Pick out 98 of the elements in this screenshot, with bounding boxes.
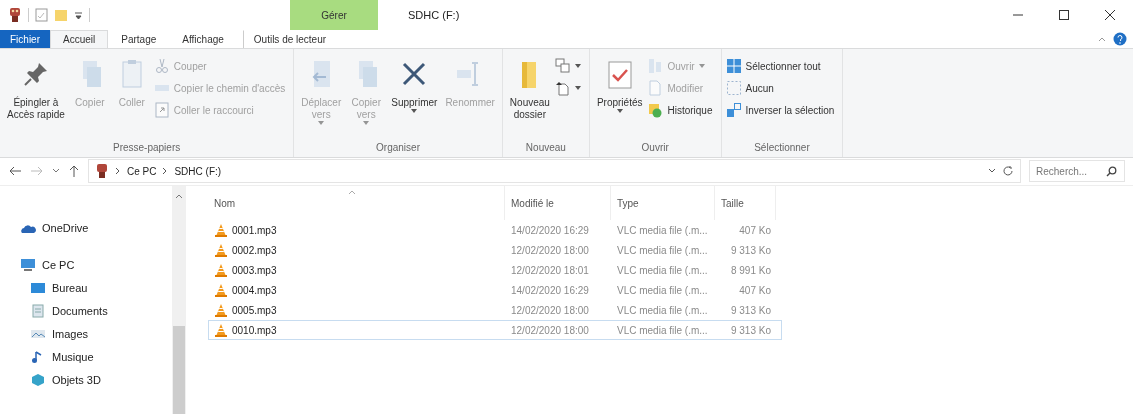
- traffic-cone-icon: [215, 243, 227, 257]
- sidebar-item[interactable]: Musique: [20, 345, 172, 368]
- breadcrumb[interactable]: Ce PC: [127, 165, 157, 177]
- traffic-cone-icon: [215, 223, 227, 237]
- ribbon-tab[interactable]: Affichage: [169, 30, 237, 48]
- sidebar-item[interactable]: OneDrive: [20, 216, 172, 239]
- newitem-icon: [554, 58, 571, 74]
- file-tab[interactable]: Fichier: [0, 30, 50, 48]
- sidebar-item[interactable]: Bureau: [20, 276, 172, 299]
- ribbon-tab[interactable]: Accueil: [50, 30, 109, 48]
- file-row[interactable]: 0003.mp3 12/02/2020 18:01 VLC media file (.m... 8 991 Ko: [208, 260, 782, 280]
- group-label: Sélectionner: [753, 141, 811, 155]
- search-icon: [1106, 166, 1117, 178]
- edit-icon: [647, 80, 664, 96]
- table-cell-text: VLC media file (.m...: [616, 264, 709, 276]
- traffic-cone-icon: [215, 303, 227, 317]
- sidebar-item[interactable]: Documents: [20, 299, 172, 322]
- desktop-icon: [30, 280, 46, 295]
- address-bar[interactable]: Ce PC SDHC (F:): [88, 159, 1021, 184]
- search-field[interactable]: Recherch...: [1029, 160, 1125, 183]
- ribbon-button[interactable]: Inverser la sélection: [725, 101, 839, 119]
- history-icon: [647, 102, 664, 118]
- ribbon-button[interactable]: Historique: [647, 101, 717, 119]
- file-row[interactable]: 0005.mp3 12/02/2020 18:00 VLC media file (.m... 9 313 Ko: [208, 300, 782, 320]
- file-row[interactable]: 0004.mp3 14/02/2020 16:29 VLC media file (.m... 407 Ko: [208, 280, 782, 300]
- document-icon: [30, 303, 46, 318]
- selectnone-icon: [725, 80, 742, 96]
- file-name: 0003.mp3: [232, 264, 277, 276]
- column-header[interactable]: Modifié le: [504, 186, 610, 220]
- sidebar-item[interactable]: Images: [20, 322, 172, 345]
- table-cell-text: VLC media file (.m...: [616, 284, 709, 296]
- column-header[interactable]: Type: [610, 186, 714, 220]
- file-name: 0002.mp3: [232, 244, 277, 256]
- table-cell-text: VLC media file (.m...: [616, 224, 709, 236]
- group-label: Nouveau: [524, 141, 567, 155]
- context-tab-header: Gérer: [290, 0, 378, 30]
- group-label: Ouvrir: [640, 141, 670, 155]
- drive-icon: [95, 163, 109, 180]
- ribbon-button[interactable]: Épingler à Accès rapide: [4, 53, 68, 142]
- table-cell-text: 8 991 Ko: [729, 264, 772, 276]
- shortcut-icon: [153, 102, 170, 118]
- dropdown-icon[interactable]: [988, 168, 996, 175]
- traffic-cone-icon: [215, 283, 227, 297]
- ribbon-button[interactable]: Nouveau dossier: [506, 53, 553, 142]
- table-cell-text: VLC media file (.m...: [616, 324, 709, 336]
- table-cell-text: 12/02/2020 18:00: [510, 324, 590, 336]
- up-icon[interactable]: [68, 164, 80, 179]
- collapse-ribbon-icon[interactable]: [1097, 35, 1107, 43]
- table-cell-text: 407 Ko: [738, 284, 772, 296]
- table-cell-text: 9 313 Ko: [729, 304, 772, 316]
- column-header[interactable]: Taille: [714, 186, 776, 220]
- customize-icon[interactable]: [74, 10, 83, 20]
- sidebar-item[interactable]: Objets 3D: [20, 368, 172, 391]
- file-name: 0004.mp3: [232, 284, 277, 296]
- sidebar-item[interactable]: Ce PC: [20, 253, 172, 276]
- ribbon-button[interactable]: Propriétés: [593, 53, 646, 142]
- chevron-icon: [162, 167, 169, 176]
- traffic-cone-icon: [215, 323, 227, 337]
- chevron-icon: [115, 167, 121, 176]
- table-cell-text: 12/02/2020 18:00: [510, 304, 590, 316]
- file-name: 0010.mp3: [232, 324, 277, 336]
- invert-icon: [725, 102, 742, 118]
- window-title: SDHC (F:): [408, 9, 460, 21]
- selectall-icon: [725, 58, 742, 74]
- cube-icon: [30, 372, 46, 387]
- sort-icon: [348, 190, 356, 195]
- column-header[interactable]: Nom: [208, 186, 504, 220]
- ribbon-button[interactable]: Supprimer: [388, 53, 441, 142]
- dropdown-icon[interactable]: [52, 168, 60, 175]
- traffic-cone-icon: [215, 263, 227, 277]
- scrollbar[interactable]: [172, 186, 186, 414]
- table-cell-text: 12/02/2020 18:01: [510, 264, 590, 276]
- cut-icon: [153, 58, 170, 74]
- help-icon[interactable]: [1113, 32, 1127, 46]
- back-icon[interactable]: [8, 165, 22, 178]
- table-cell-text: 14/02/2020 16:29: [510, 224, 590, 236]
- drive-icon[interactable]: [8, 7, 22, 23]
- table-cell-text: VLC media file (.m...: [616, 304, 709, 316]
- file-row[interactable]: 0002.mp3 12/02/2020 18:00 VLC media file (.m... 9 313 Ko: [208, 240, 782, 260]
- file-row[interactable]: 0010.mp3 12/02/2020 18:00 VLC media file (.m... 9 313 Ko: [208, 320, 782, 340]
- open-icon: [647, 58, 664, 74]
- ribbon-button[interactable]: Aucun: [725, 79, 839, 97]
- group-label: Organiser: [375, 141, 421, 155]
- table-cell-text: 14/02/2020 16:29: [510, 284, 590, 296]
- table-cell-text: 9 313 Ko: [729, 324, 772, 336]
- ribbon-tab[interactable]: Partage: [108, 30, 170, 48]
- table-cell-text: 12/02/2020 18:00: [510, 244, 590, 256]
- file-name: 0005.mp3: [232, 304, 277, 316]
- monitor-icon: [20, 257, 36, 272]
- file-name: 0001.mp3: [232, 224, 277, 236]
- file-row[interactable]: 0001.mp3 14/02/2020 16:29 VLC media file (.m... 407 Ko: [208, 220, 782, 240]
- table-cell-text: 407 Ko: [738, 224, 772, 236]
- group-label: Presse-papiers: [111, 141, 182, 155]
- table-cell-text: VLC media file (.m...: [616, 244, 709, 256]
- refresh-icon[interactable]: [1002, 165, 1014, 178]
- table-cell-text: 9 313 Ko: [729, 244, 772, 256]
- breadcrumb[interactable]: SDHC (F:): [174, 165, 222, 177]
- ribbon-button[interactable]: Sélectionner tout: [725, 57, 839, 75]
